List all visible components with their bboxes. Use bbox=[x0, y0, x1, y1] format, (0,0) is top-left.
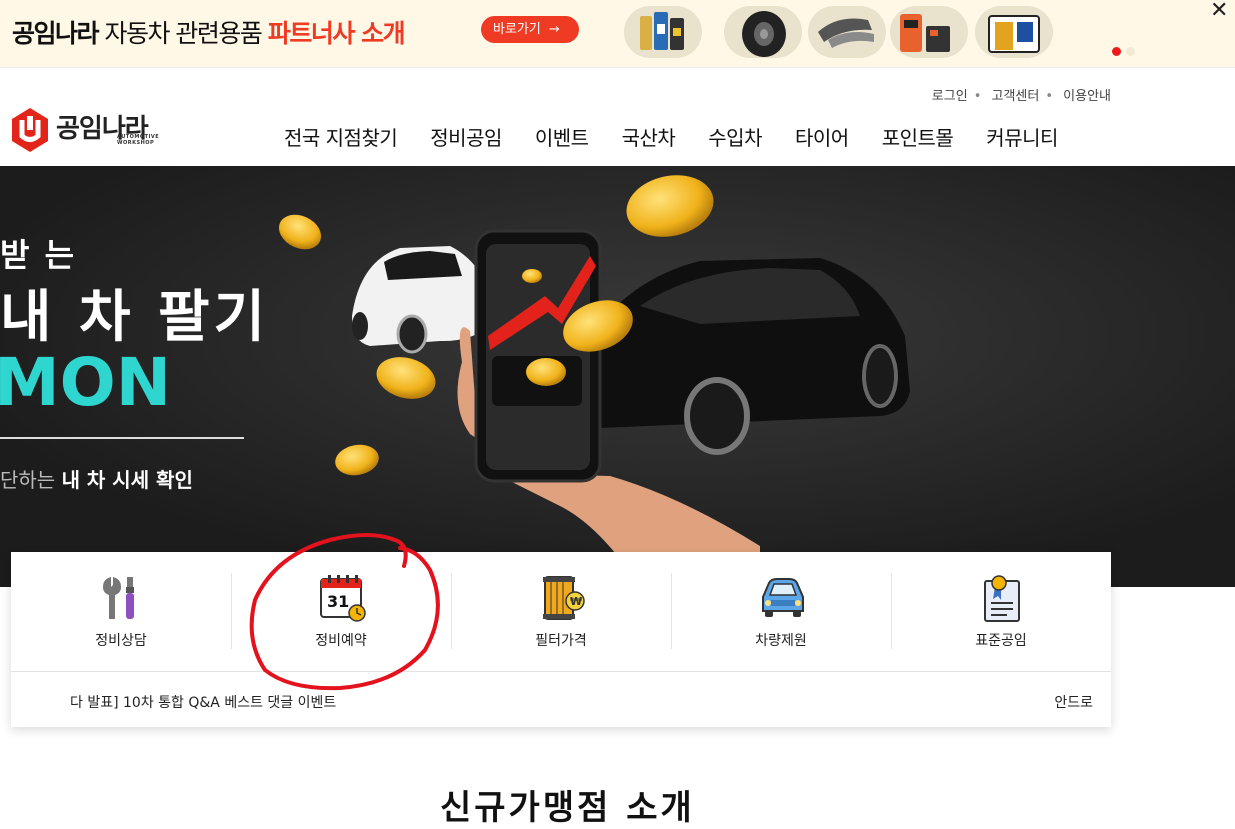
nav-item-find-branch[interactable]: 전국 지점찾기 bbox=[284, 122, 398, 151]
promo-mid-text: 자동차 관련용품 bbox=[98, 19, 268, 48]
nav-item-imported-car[interactable]: 수입차 bbox=[708, 122, 762, 151]
hero-divider bbox=[0, 437, 244, 439]
oil-filter-icon bbox=[975, 6, 1053, 58]
won-sign-text: ₩ bbox=[570, 595, 582, 608]
hero-subtitle-bold: 내 차 시세 확인 bbox=[61, 468, 193, 492]
notice-ticker-item[interactable]: 다 발표] 10차 통합 Q&A 베스트 댓글 이벤트 bbox=[70, 692, 336, 712]
calendar-icon: 31 bbox=[320, 575, 366, 622]
nav-item-event[interactable]: 이벤트 bbox=[535, 122, 589, 151]
logo-subtitle-line2: WORKSHOP bbox=[117, 140, 155, 146]
section-title: 신규가맹점 소개 bbox=[440, 788, 695, 828]
battery-charger-icon bbox=[890, 6, 968, 58]
nav-item-domestic-car[interactable]: 국산차 bbox=[622, 122, 676, 151]
nav-item-point-mall[interactable]: 포인트몰 bbox=[882, 122, 954, 151]
nav-item-tire[interactable]: 타이어 bbox=[795, 122, 849, 151]
filter-price-icon: ₩ bbox=[543, 576, 585, 620]
logo-subtitle: AUTOMOTIVE WORKSHOP bbox=[117, 134, 159, 146]
engine-oil-icon bbox=[624, 6, 702, 58]
site-header: 로그인 • 고객센터 • 이용안내 공임나라 AUTOMOTIVE WORKSHOP … bbox=[0, 68, 1235, 166]
util-separator: • bbox=[1045, 89, 1054, 104]
brake-pad-icon bbox=[808, 6, 886, 58]
certificate-icon bbox=[984, 575, 1020, 622]
hero-line-2: 내 차 팔기 bbox=[0, 285, 270, 350]
main-nav: 전국 지점찾기 정비공임 이벤트 국산차 수입차 타이어 포인트몰 커뮤니티 bbox=[284, 122, 1091, 151]
quick-item-repair-consult[interactable]: 정비상담 bbox=[11, 552, 231, 672]
nav-item-repair-price[interactable]: 정비공임 bbox=[430, 122, 502, 151]
quick-menu: 정비상담 31 정비예약 ₩ 필터가격 차량제원 표준공임 다 발표] 10차 … bbox=[11, 552, 1111, 727]
hero-line-1: 받 는 bbox=[0, 236, 77, 274]
promo-brand: 공임나라 bbox=[12, 19, 100, 48]
logo-icon[interactable] bbox=[10, 106, 50, 154]
hero-banner[interactable]: 받 는 내 차 팔기 MON 단하는 내 차 시세 확인 bbox=[0, 166, 1235, 587]
promo-highlight: 파트너사 소개 bbox=[267, 19, 406, 48]
hero-subtitle-plain: 단하는 bbox=[0, 468, 62, 492]
quick-item-standard-price[interactable]: 표준공임 bbox=[891, 552, 1111, 672]
quick-item-car-spec[interactable]: 차량제원 bbox=[671, 552, 891, 672]
promo-go-label: 바로가기 bbox=[493, 22, 541, 37]
utility-links: 로그인 • 고객센터 • 이용안내 bbox=[926, 85, 1111, 104]
quick-item-repair-booking[interactable]: 31 정비예약 bbox=[231, 552, 451, 672]
guide-link[interactable]: 이용안내 bbox=[1063, 89, 1111, 104]
promo-banner[interactable]: 공임나라 자동차 관련용품 파트너사 소개 바로가기 → ✕ bbox=[0, 0, 1235, 68]
quick-item-label: 표준공임 bbox=[975, 633, 1027, 649]
nav-item-community[interactable]: 커뮤니티 bbox=[986, 122, 1058, 151]
util-separator: • bbox=[973, 89, 982, 104]
carousel-dot-active[interactable] bbox=[1112, 47, 1121, 56]
calendar-day-text: 31 bbox=[327, 592, 349, 611]
quick-item-label: 정비예약 bbox=[315, 633, 367, 649]
promo-headline: 공임나라 자동차 관련용품 파트너사 소개 bbox=[12, 14, 406, 50]
arrow-right-icon: → bbox=[548, 22, 560, 37]
wrench-icon bbox=[103, 577, 134, 619]
hero-line-3: MON bbox=[0, 344, 172, 421]
close-icon[interactable]: ✕ bbox=[1210, 0, 1228, 23]
quick-menu-divider bbox=[11, 671, 1111, 672]
promo-go-button[interactable]: 바로가기 → bbox=[481, 16, 579, 43]
hero-illustration bbox=[0, 166, 1235, 587]
app-download-link[interactable]: 안드로 bbox=[1054, 692, 1093, 712]
customer-center-link[interactable]: 고객센터 bbox=[992, 89, 1040, 104]
quick-item-label: 차량제원 bbox=[755, 633, 807, 649]
car-spec-icon bbox=[762, 578, 804, 617]
quick-item-label: 정비상담 bbox=[95, 633, 147, 649]
login-link[interactable]: 로그인 bbox=[932, 89, 968, 104]
hero-subtitle: 단하는 내 차 시세 확인 bbox=[0, 464, 193, 493]
quick-item-filter-price[interactable]: ₩ 필터가격 bbox=[451, 552, 671, 672]
tire-icon bbox=[724, 6, 802, 58]
quick-item-label: 필터가격 bbox=[535, 633, 587, 649]
carousel-dot[interactable] bbox=[1126, 47, 1135, 56]
